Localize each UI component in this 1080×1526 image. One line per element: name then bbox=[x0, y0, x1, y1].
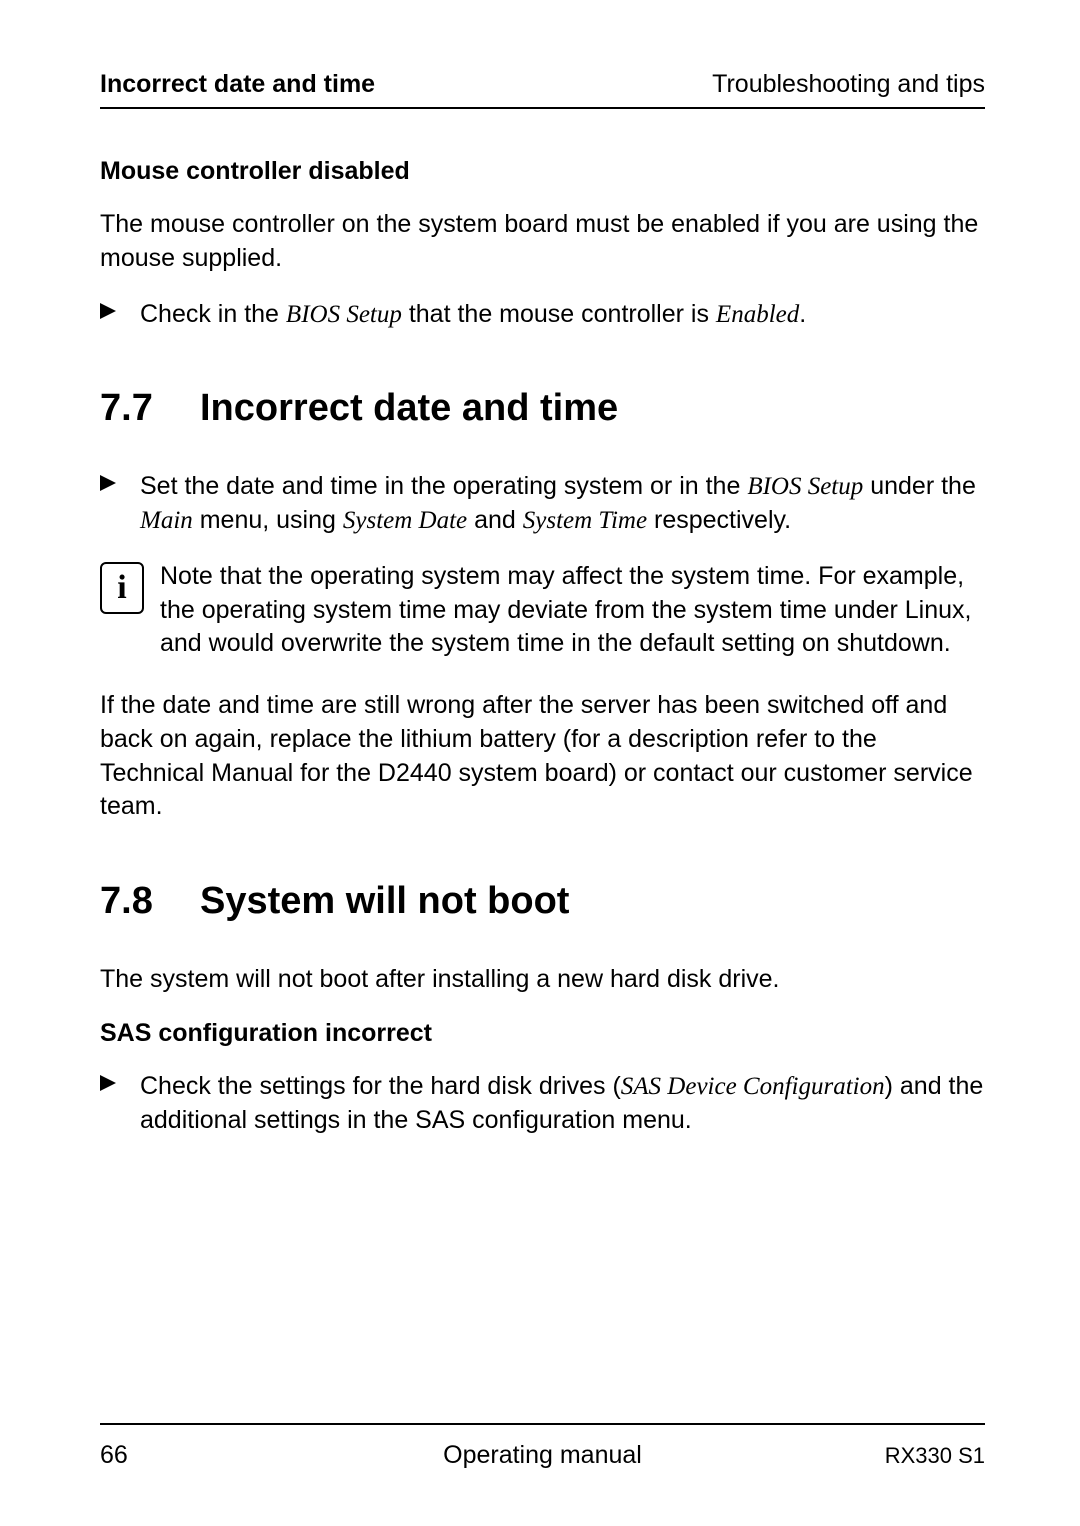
text-fragment: and bbox=[467, 506, 523, 534]
triangle-bullet-icon bbox=[100, 470, 140, 491]
text-italic: Main bbox=[140, 507, 193, 534]
footer-center-wrap: Operating manual bbox=[100, 1441, 985, 1470]
footer-page-number: 66 bbox=[100, 1441, 128, 1470]
text-italic: BIOS Setup bbox=[747, 473, 863, 500]
section-7-8-bullet: Check the settings for the hard disk dri… bbox=[100, 1070, 985, 1138]
mouse-intro: The mouse controller on the system board… bbox=[100, 208, 985, 276]
triangle-bullet-icon bbox=[100, 298, 140, 319]
running-head: Incorrect date and time Troubleshooting … bbox=[100, 70, 985, 99]
footer-right: RX330 S1 bbox=[885, 1443, 985, 1469]
footer-row: 66 Operating manual RX330 S1 bbox=[100, 1441, 985, 1470]
section-7-8-heading: 7.8 System will not boot bbox=[100, 880, 985, 923]
info-note-box: i Note that the operating system may aff… bbox=[100, 560, 985, 661]
running-head-right: Troubleshooting and tips bbox=[712, 70, 985, 99]
text-fragment: under the bbox=[863, 472, 976, 500]
page-footer: 66 Operating manual RX330 S1 bbox=[100, 1423, 985, 1470]
section-7-7-after-para: If the date and time are still wrong aft… bbox=[100, 689, 985, 824]
text-italic: BIOS Setup bbox=[286, 301, 402, 328]
text-fragment: Check the settings for the hard disk dri… bbox=[140, 1072, 621, 1100]
text-italic: Enabled bbox=[716, 301, 799, 328]
text-fragment: respectively. bbox=[647, 506, 791, 534]
text-italic: System Time bbox=[523, 507, 647, 534]
text-italic: SAS Device Configuration bbox=[621, 1073, 885, 1100]
mouse-subhead: Mouse controller disabled bbox=[100, 157, 985, 186]
section-number: 7.7 bbox=[100, 387, 200, 430]
section-title: System will not boot bbox=[200, 880, 569, 923]
info-note-text: Note that the operating system may affec… bbox=[160, 560, 985, 661]
triangle-bullet-icon bbox=[100, 1070, 140, 1091]
section-7-7-bullet-text: Set the date and time in the operating s… bbox=[140, 470, 985, 538]
section-number: 7.8 bbox=[100, 880, 200, 923]
text-italic: System Date bbox=[343, 507, 467, 534]
footer-center: Operating manual bbox=[443, 1441, 642, 1470]
info-glyph: i bbox=[117, 571, 126, 605]
section-7-7-bullet: Set the date and time in the operating s… bbox=[100, 470, 985, 538]
running-head-left: Incorrect date and time bbox=[100, 70, 375, 99]
text-fragment: menu, using bbox=[193, 506, 343, 534]
footer-rule bbox=[100, 1423, 985, 1425]
info-icon-wrap: i bbox=[100, 560, 160, 614]
sas-subhead: SAS configuration incorrect bbox=[100, 1019, 985, 1048]
section-7-8-bullet-text: Check the settings for the hard disk dri… bbox=[140, 1070, 985, 1138]
mouse-bullet-row: Check in the BIOS Setup that the mouse c… bbox=[100, 298, 985, 332]
text-fragment: that the mouse controller is bbox=[402, 300, 716, 328]
page: Incorrect date and time Troubleshooting … bbox=[0, 0, 1080, 1526]
text-fragment: Check in the bbox=[140, 300, 286, 328]
section-7-7-heading: 7.7 Incorrect date and time bbox=[100, 387, 985, 430]
text-fragment: Set the date and time in the operating s… bbox=[140, 472, 747, 500]
info-icon: i bbox=[100, 562, 144, 614]
header-rule bbox=[100, 107, 985, 109]
text-fragment: . bbox=[799, 300, 806, 328]
section-7-8-intro: The system will not boot after installin… bbox=[100, 963, 985, 997]
section-title: Incorrect date and time bbox=[200, 387, 618, 430]
mouse-bullet-text: Check in the BIOS Setup that the mouse c… bbox=[140, 298, 985, 332]
